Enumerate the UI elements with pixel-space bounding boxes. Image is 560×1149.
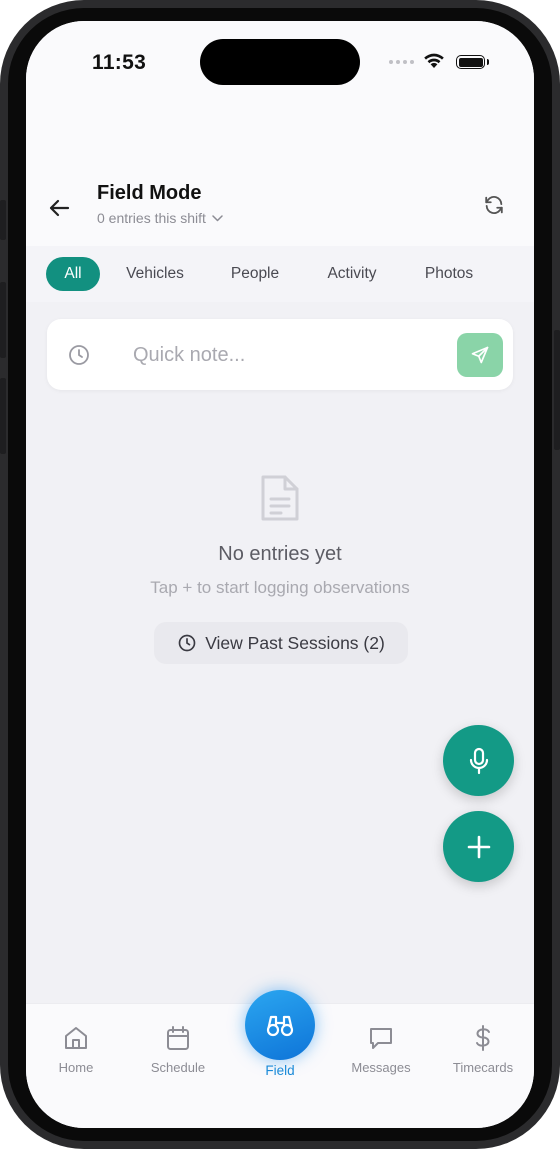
filter-chip-vehicles[interactable]: Vehicles — [114, 257, 196, 291]
shift-entries-label: 0 entries this shift — [97, 210, 206, 226]
binoculars-icon — [266, 1015, 294, 1037]
wifi-icon — [424, 53, 444, 68]
tab-home-label: Home — [58, 1060, 94, 1075]
dollar-icon — [476, 1025, 490, 1051]
header: Field Mode 0 entries this shift — [26, 105, 534, 246]
microphone-icon — [469, 747, 488, 774]
home-icon — [65, 1027, 87, 1049]
mute-switch — [0, 200, 6, 240]
tab-timecards-label: Timecards — [452, 1060, 514, 1075]
clock-icon[interactable] — [67, 343, 91, 367]
arrow-left-icon — [49, 199, 70, 217]
calendar-icon — [167, 1026, 189, 1050]
page-title: Field Mode — [97, 182, 202, 204]
tab-messages[interactable]: Messages — [331, 1024, 431, 1075]
chevron-down-icon — [212, 214, 223, 221]
status-time: 11:53 — [92, 51, 147, 74]
view-past-sessions-label: View Past Sessions (2) — [205, 632, 385, 653]
empty-state-subtitle: Tap + to start logging observations — [150, 578, 410, 597]
tab-field-label: Field — [265, 1063, 295, 1078]
tab-messages-label: Messages — [351, 1060, 411, 1075]
filter-chip-people[interactable]: People — [217, 257, 293, 291]
plus-icon — [467, 835, 490, 858]
volume-up-button — [0, 282, 6, 358]
filter-chip-activity[interactable]: Activity — [314, 257, 390, 291]
app-screen: 11:53 Field Mode 0 entries this shift Al… — [26, 21, 534, 1128]
tab-schedule[interactable]: Schedule — [128, 1024, 228, 1075]
dynamic-island — [200, 39, 360, 85]
filter-chip-photos[interactable]: Photos — [412, 257, 486, 291]
quick-note-input[interactable] — [131, 335, 455, 375]
view-past-sessions-button[interactable]: View Past Sessions (2) — [154, 622, 408, 664]
battery-cap — [487, 59, 489, 65]
tab-home[interactable]: Home — [26, 1024, 126, 1075]
chat-icon — [370, 1028, 392, 1049]
empty-state-title: No entries yet — [218, 543, 342, 565]
back-button[interactable] — [44, 193, 74, 223]
filter-chip-all[interactable]: All — [46, 257, 100, 291]
tab-field[interactable] — [245, 990, 315, 1060]
tab-schedule-label: Schedule — [150, 1060, 206, 1075]
document-icon — [261, 475, 299, 521]
filter-bar: All Vehicles People Activity Photos — [26, 246, 534, 302]
power-button — [554, 330, 560, 450]
clock-icon — [178, 634, 196, 652]
refresh-icon — [485, 196, 503, 214]
refresh-button[interactable] — [478, 189, 510, 221]
voice-note-button[interactable] — [443, 725, 514, 796]
quick-note-card — [47, 319, 513, 390]
cellular-signal-icon — [389, 60, 414, 64]
add-entry-button[interactable] — [443, 811, 514, 882]
battery-icon — [456, 55, 485, 69]
send-icon — [471, 346, 489, 364]
shift-entries-dropdown[interactable]: 0 entries this shift — [97, 210, 223, 226]
send-note-button[interactable] — [457, 333, 503, 377]
status-bar: 11:53 — [26, 21, 534, 105]
tab-timecards[interactable]: Timecards — [433, 1024, 533, 1075]
volume-down-button — [0, 378, 6, 454]
